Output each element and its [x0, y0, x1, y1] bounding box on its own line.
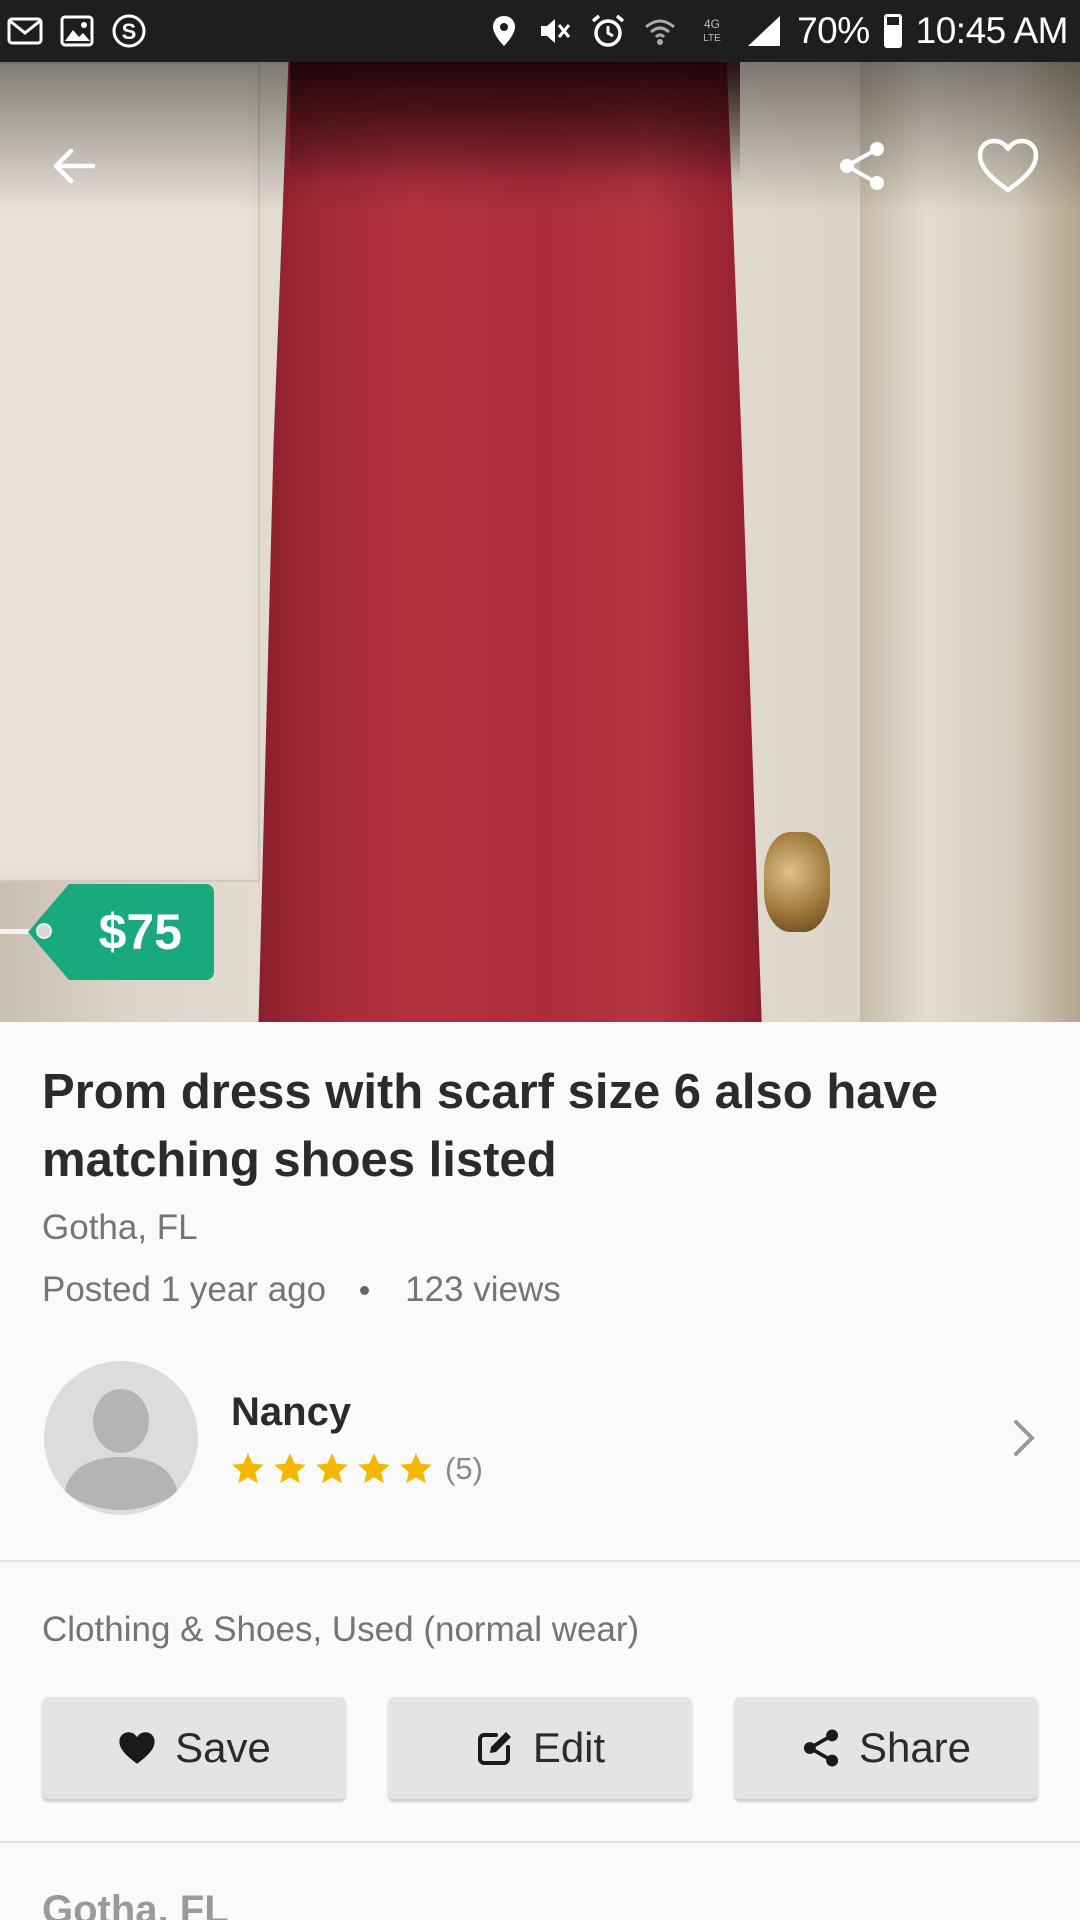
price: $75 [98, 904, 182, 960]
rating-count: (5) [445, 1451, 483, 1486]
save-button[interactable]: Save [42, 1697, 346, 1799]
listing-meta: Posted 1 year ago 123 views [42, 1270, 561, 1310]
mail-icon [6, 12, 44, 50]
share-label: Share [858, 1724, 972, 1771]
listing-photo[interactable] [0, 62, 1080, 1022]
seller-row[interactable]: Nancy (5) [0, 1358, 1080, 1518]
status-bar: S 4G LTE 70% 10:45 AM [0, 0, 1080, 62]
share-small-icon [801, 1728, 841, 1768]
avatar[interactable] [44, 1361, 198, 1515]
star-icon [232, 1453, 264, 1484]
location-icon [485, 12, 523, 50]
alarm-icon [589, 12, 627, 50]
photo-top-shade [0, 62, 1080, 212]
battery-percent: 70% [797, 10, 870, 51]
signal-icon [745, 12, 783, 50]
svg-text:S: S [122, 19, 137, 44]
svg-text:4G: 4G [704, 17, 720, 31]
price-tag-hole [36, 923, 52, 939]
back-arrow-icon [49, 141, 99, 196]
star-icon [274, 1453, 306, 1484]
share-icon [835, 139, 889, 198]
mute-icon [537, 12, 575, 50]
edit-icon [475, 1728, 515, 1768]
wifi-icon [641, 12, 679, 50]
posted-time: Posted 1 year ago [42, 1270, 327, 1309]
map-location-heading: Gotha, FL [42, 1888, 229, 1920]
save-label: Save [175, 1724, 271, 1771]
back-button[interactable] [38, 132, 110, 204]
star-icon [358, 1453, 390, 1484]
separator-dot [360, 1285, 370, 1295]
lte-icon: 4G LTE [693, 12, 731, 50]
edit-label: Edit [532, 1724, 606, 1771]
listing-location: Gotha, FL [42, 1208, 198, 1247]
view-count: 123 views [405, 1270, 561, 1309]
star-icon [400, 1453, 432, 1484]
heart-outline-icon [977, 138, 1039, 199]
svg-text:LTE: LTE [703, 33, 721, 44]
divider [0, 1841, 1080, 1843]
seller-name[interactable]: Nancy [231, 1390, 351, 1435]
door-knob [764, 832, 830, 932]
star-icon [316, 1453, 348, 1484]
clock: 10:45 AM [915, 10, 1069, 51]
seller-rating: (5) [229, 1450, 483, 1488]
s-app-icon: S [110, 12, 148, 50]
heart-filled-icon [117, 1728, 157, 1768]
listing-title: Prom dress with scarf size 6 also have m… [42, 1065, 939, 1187]
share-button[interactable] [826, 132, 898, 204]
person-placeholder-icon [44, 1361, 198, 1515]
share-action-button[interactable]: Share [734, 1697, 1038, 1799]
chevron-right-icon[interactable] [1000, 1414, 1048, 1462]
image-icon [58, 12, 96, 50]
edit-button[interactable]: Edit [388, 1697, 692, 1799]
divider [0, 1560, 1080, 1562]
battery-icon [883, 14, 902, 48]
listing-category: Clothing & Shoes, Used (normal wear) [42, 1610, 640, 1649]
favorite-button[interactable] [972, 132, 1044, 204]
